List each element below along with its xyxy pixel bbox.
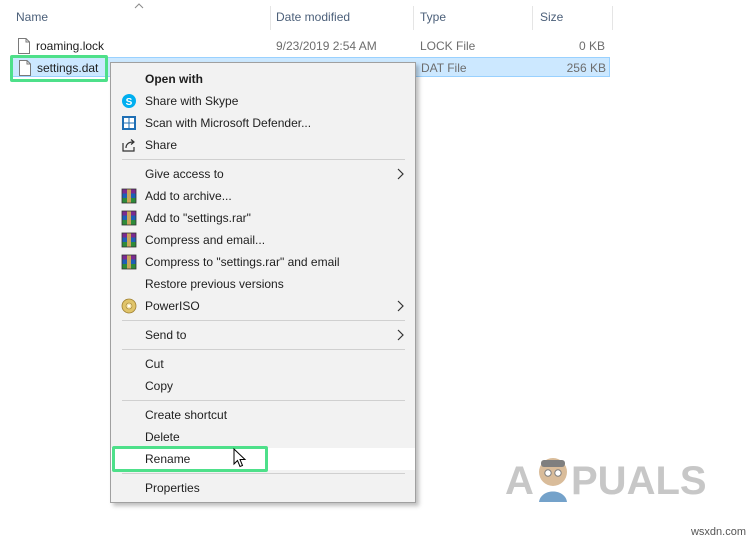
file-size: 256 KB [566,61,606,75]
file-highlight-box [10,55,108,82]
menu-item-compress-to-rar-and-email[interactable]: Compress to "settings.rar" and email [111,251,415,273]
menu-item-share-with-skype[interactable]: S Share with Skype [111,90,415,112]
menu-item-give-access-to[interactable]: Give access to [111,163,415,185]
menu-item-label: Delete [145,430,180,444]
chevron-right-icon [397,329,404,341]
menu-separator [122,159,405,160]
menu-item-label: Send to [145,328,187,342]
winrar-icon [121,188,137,204]
skype-icon: S [122,94,136,108]
site-watermark: wsxdn.com [690,526,746,538]
menu-item-label: Create shortcut [145,408,228,422]
menu-item-label: PowerISO [145,299,200,313]
menu-item-create-shortcut[interactable]: Create shortcut [111,404,415,426]
column-header-size[interactable]: Size [540,10,563,24]
menu-item-cut[interactable]: Cut [111,353,415,375]
menu-item-label: Add to archive... [145,189,232,203]
chevron-right-icon [397,300,404,312]
appuals-logo: A PUALS [505,458,707,503]
menu-item-label: Open with [145,72,203,86]
menu-item-add-to-settings-rar[interactable]: Add to "settings.rar" [111,207,415,229]
file-size: 0 KB [578,39,605,53]
menu-item-share[interactable]: Share [111,134,415,156]
winrar-icon [121,210,137,226]
menu-item-compress-and-email[interactable]: Compress and email... [111,229,415,251]
menu-item-open-with[interactable]: Open with [111,68,415,90]
menu-item-copy[interactable]: Copy [111,375,415,397]
svg-text:S: S [126,97,133,108]
menu-item-label: Share [145,138,178,152]
sort-ascending-icon [134,3,144,9]
file-date-modified: 9/23/2019 2:54 AM [276,39,377,53]
menu-item-label: Properties [145,481,200,495]
svg-text:PUALS: PUALS [571,459,707,503]
menu-item-label: Compress and email... [145,233,266,247]
context-menu: Open with S Share with Skype Scan with M… [110,62,416,503]
menu-item-label: Restore previous versions [145,277,284,291]
menu-item-poweriso[interactable]: PowerISO [111,295,415,317]
menu-item-delete[interactable]: Delete [111,426,415,448]
menu-item-label: Copy [145,379,174,393]
menu-separator [122,349,405,350]
menu-item-scan-defender[interactable]: Scan with Microsoft Defender... [111,112,415,134]
menu-item-label: Add to "settings.rar" [145,211,251,225]
share-icon [122,139,135,152]
column-header-date-modified[interactable]: Date modified [276,10,350,24]
menu-separator [122,320,405,321]
menu-item-label: Scan with Microsoft Defender... [145,116,312,130]
column-divider[interactable] [612,6,613,30]
menu-item-send-to[interactable]: Send to [111,324,415,346]
column-header-name[interactable]: Name [16,10,48,24]
winrar-icon [121,254,137,270]
chevron-right-icon [397,168,404,180]
menu-item-add-to-archive[interactable]: Add to archive... [111,185,415,207]
menu-separator [122,400,405,401]
svg-text:A: A [505,459,534,503]
file-type: LOCK File [420,39,476,53]
column-divider[interactable] [532,6,533,30]
file-icon [18,38,30,54]
file-type: DAT File [421,61,467,75]
menu-item-label: Compress to "settings.rar" and email [145,255,340,269]
file-row[interactable]: roaming.lock 9/23/2019 2:54 AM LOCK File… [10,36,610,56]
column-header-bar: Name Date modified Type Size [0,0,754,34]
menu-item-label: Share with Skype [145,94,239,108]
menu-item-label: Give access to [145,167,224,181]
file-name: roaming.lock [36,39,105,53]
column-divider[interactable] [413,6,414,30]
menu-item-properties[interactable]: Properties [111,477,415,499]
defender-shield-icon [122,116,136,130]
menu-item-restore-previous-versions[interactable]: Restore previous versions [111,273,415,295]
column-header-type[interactable]: Type [420,10,446,24]
mouse-cursor-icon [233,448,247,468]
poweriso-disc-icon [121,298,137,314]
menu-item-label: Cut [145,357,164,371]
winrar-icon [121,232,137,248]
column-divider[interactable] [270,6,271,30]
menu-separator [122,473,405,474]
